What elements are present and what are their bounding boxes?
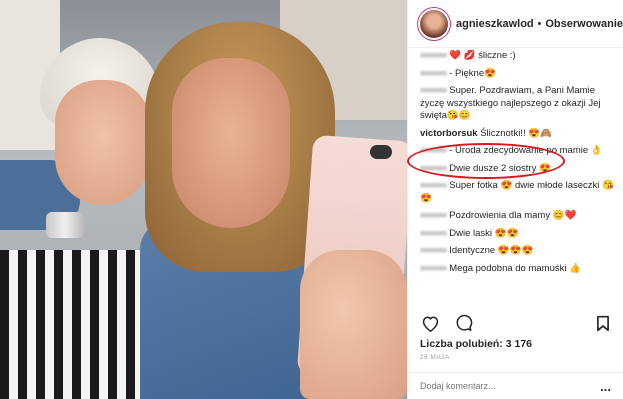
post-sidebar: agnieszkawlodarcz... • Obserwowanie ••••… [407, 0, 623, 399]
phone-camera [370, 145, 392, 159]
comment-item: •••••••• Pozdrowienia dla mamy 😊❤️ [420, 210, 619, 223]
comment-text: Ślicznotki!! 😍🙈 [480, 127, 552, 139]
comment-item: •••••••• Identyczne 😍😍😍 [420, 245, 619, 258]
comment-username[interactable]: victorborsuk [420, 128, 478, 139]
comment-username[interactable]: •••••••• [420, 245, 447, 256]
comment-username[interactable]: •••••••• [420, 210, 447, 221]
comment-username[interactable]: •••••••• [420, 145, 447, 156]
comment-username[interactable]: •••••••• [420, 263, 447, 274]
post-header: agnieszkawlodarcz... • Obserwowanie [408, 0, 623, 48]
comment-item: •••••••• Super fotka 😍 dwie młode lasecz… [420, 180, 619, 205]
comment-text: Dwie dusze 2 siostry 😍 [449, 162, 551, 174]
comment-item-highlighted: victorborsuk Ślicznotki!! 😍🙈 [420, 128, 619, 141]
comment-username[interactable]: •••••••• [420, 180, 447, 191]
comment-text: Identyczne 😍😍😍 [449, 245, 534, 256]
comment-item: •••••••• Dwie laski 😍😍 [420, 228, 619, 241]
comment-text: Mega podobna do mamuśki 👍 [449, 262, 581, 274]
post-photo[interactable] [0, 0, 407, 399]
watch [46, 212, 84, 238]
comment-text: - Uroda zdecydowanie po mamie 👌 [449, 145, 603, 156]
comment-item: •••••••• - Piękne😍 [420, 68, 619, 81]
comment-text: Dwie laski 😍😍 [449, 227, 519, 239]
post-username[interactable]: agnieszkawlodarcz... [456, 18, 534, 30]
add-comment-input[interactable] [420, 381, 601, 391]
face-right [172, 58, 290, 228]
comment-text: - Piękne😍 [449, 67, 496, 79]
comment-username[interactable]: •••••••• [420, 68, 447, 79]
bookmark-icon[interactable] [593, 313, 613, 333]
comment-item: •••••••• ❤️ 💋 śliczne :) [420, 50, 619, 63]
comment-text: Super fotka 😍 dwie młode laseczki 😘😍 [420, 180, 614, 204]
separator-dot: • [537, 17, 542, 30]
comment-text: ❤️ 💋 śliczne :) [449, 50, 516, 61]
likes-count[interactable]: Liczba polubień: 3 176 [420, 338, 532, 350]
following-button[interactable]: Obserwowanie [545, 18, 623, 30]
comment-text: Super. Pozdrawiam, a Pani Mamie życzę ws… [420, 85, 601, 121]
comment-username[interactable]: •••••••• [420, 50, 447, 61]
add-comment-bar: ... [408, 372, 623, 399]
comment-item: •••••••• Mega podobna do mamuśki 👍 [420, 263, 619, 276]
face-left [55, 80, 150, 205]
comment-item: •••••••• Dwie dusze 2 siostry 😍 [420, 163, 619, 176]
comments-list: •••••••• ❤️ 💋 śliczne :) •••••••• - Pięk… [420, 50, 619, 308]
heart-icon[interactable] [420, 313, 440, 333]
comment-username[interactable]: •••••••• [420, 163, 447, 174]
action-bar [420, 312, 613, 334]
avatar[interactable] [420, 9, 448, 38]
hand [300, 250, 407, 399]
comment-item: •••••••• Super. Pozdrawiam, a Pani Mamie… [420, 85, 619, 123]
comment-username[interactable]: •••••••• [420, 228, 447, 239]
comment-item: •••••••• - Uroda zdecydowanie po mamie 👌 [420, 145, 619, 158]
post-date: 26 MAJA [420, 354, 450, 361]
more-options-icon[interactable]: ... [600, 379, 611, 394]
comment-text: Pozdrowienia dla mamy 😊❤️ [449, 210, 577, 221]
comment-username[interactable]: •••••••• [420, 85, 447, 96]
comment-icon[interactable] [454, 313, 474, 333]
